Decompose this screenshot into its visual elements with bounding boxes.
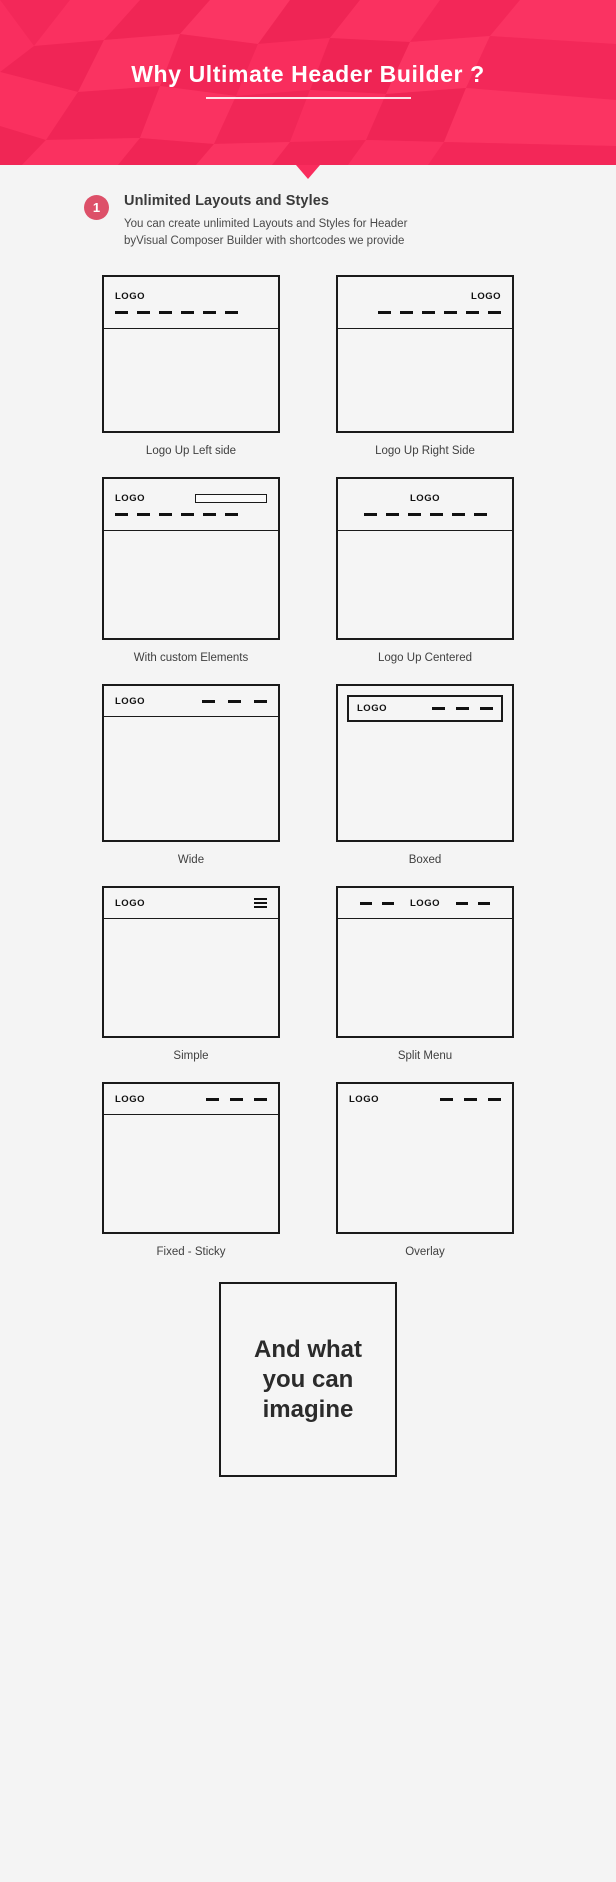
mockup-body-area: [347, 722, 503, 840]
mockup-header-area: LOGO: [104, 479, 278, 532]
mockup-row: LOGO With custom Elements LOGO Logo Up C…: [0, 477, 616, 664]
header-mockup-overlay[interactable]: LOGO: [336, 1082, 514, 1235]
mockup-header-area: LOGO: [338, 479, 512, 532]
custom-element-box[interactable]: [195, 494, 267, 504]
mockup-row: LOGO Wide LOGO Boxed: [0, 684, 616, 866]
header-mockup-fixed-sticky[interactable]: LOGO: [102, 1082, 280, 1235]
mockup-cell: LOGO Logo Up Right Side: [336, 275, 514, 457]
mockup-body-area: [104, 1115, 278, 1232]
logo-text: LOGO: [357, 703, 387, 715]
mockup-header-area: LOGO: [104, 686, 278, 718]
menu-dashes: [440, 1098, 501, 1102]
banner-notch-arrow: [296, 165, 320, 179]
logo-text: LOGO: [115, 897, 145, 909]
mockup-caption: Wide: [177, 854, 205, 867]
mockup-body-area: [104, 919, 278, 1036]
header-mockup-custom-elements[interactable]: LOGO: [102, 477, 280, 641]
header-mockup-simple[interactable]: LOGO: [102, 886, 280, 1039]
menu-dashes: [115, 310, 238, 314]
menu-dashes: [378, 310, 501, 314]
final-card-text: And what you can imagine: [254, 1335, 362, 1423]
mockup-cell: LOGO Fixed - Sticky: [102, 1082, 280, 1258]
mockup-header-area: LOGO: [347, 695, 503, 723]
mockup-cell: LOGO Overlay: [336, 1082, 514, 1258]
final-card-wrap: And what you can imagine: [0, 1282, 616, 1478]
mockup-caption: Fixed - Sticky: [156, 1246, 226, 1259]
mockup-header-area: LOGO: [338, 277, 512, 330]
title-underline: [205, 96, 411, 99]
mockup-caption: Overlay: [405, 1246, 445, 1259]
mockup-header-area: LOGO: [104, 1084, 278, 1116]
mockup-caption: With custom Elements: [133, 652, 249, 665]
header-mockup-split-menu[interactable]: LOGO: [336, 886, 514, 1039]
mockup-cell: LOGO With custom Elements: [102, 477, 280, 664]
mockup-cell: LOGO Logo Up Centered: [336, 477, 514, 664]
mockup-row: LOGO Simple LOGO Split Menu: [0, 886, 616, 1062]
mockup-header-area: LOGO: [104, 277, 278, 330]
logo-text: LOGO: [115, 695, 145, 707]
header-mockup-logo-up-right[interactable]: LOGO: [336, 275, 514, 434]
mockup-caption: Simple: [173, 1050, 209, 1063]
final-card: And what you can imagine: [219, 1282, 397, 1478]
mockup-caption: Split Menu: [397, 1050, 453, 1063]
menu-dashes: [206, 1097, 267, 1101]
header-mockup-wide[interactable]: LOGO: [102, 684, 280, 843]
mockup-body-area: [338, 1115, 512, 1232]
logo-text: LOGO: [471, 291, 501, 303]
header-mockup-boxed[interactable]: LOGO: [336, 684, 514, 843]
page-banner: Why Ultimate Header Builder ?: [0, 0, 616, 165]
mockup-body-area: [338, 919, 512, 1036]
mockup-cell: LOGO Boxed: [336, 684, 514, 866]
feature-title: Unlimited Layouts and Styles: [124, 193, 330, 209]
hamburger-menu-icon[interactable]: [254, 898, 267, 909]
logo-text: LOGO: [115, 1093, 145, 1105]
mockup-body-area: [104, 329, 278, 431]
mockup-caption: Logo Up Left side: [145, 445, 237, 458]
mockup-cell: LOGO Split Menu: [336, 886, 514, 1062]
mockup-body-area: [338, 531, 512, 638]
mockup-header-area: LOGO: [338, 888, 512, 920]
mockup-body-area: [104, 531, 278, 638]
mockup-caption: Logo Up Right Side: [375, 445, 475, 458]
mockup-caption: Boxed: [408, 854, 442, 867]
menu-dashes: [363, 512, 487, 516]
mockup-header-area: LOGO: [338, 1084, 512, 1115]
mockup-cell: LOGO Logo Up Left side: [102, 275, 280, 457]
mockup-caption: Logo Up Centered: [378, 652, 472, 665]
logo-text: LOGO: [115, 291, 145, 303]
menu-dashes: [202, 699, 267, 703]
logo-text: LOGO: [115, 493, 145, 505]
mockup-row: LOGO Logo Up Left side LOGO Logo Up Righ…: [0, 275, 616, 457]
mockup-row: LOGO Fixed - Sticky LOGO Overlay: [0, 1082, 616, 1258]
mockup-body-area: [338, 329, 512, 431]
mockup-header-area: LOGO: [104, 888, 278, 920]
logo-text: LOGO: [410, 897, 440, 909]
menu-dashes-right: [455, 901, 490, 905]
menu-dashes: [115, 512, 238, 516]
logo-text: LOGO: [410, 493, 440, 505]
menu-dashes-left: [360, 901, 394, 905]
mockup-cell: LOGO Wide: [102, 684, 280, 866]
header-mockup-logo-up-centered[interactable]: LOGO: [336, 477, 514, 641]
mockup-body-area: [104, 717, 278, 840]
mockup-grid: LOGO Logo Up Left side LOGO Logo Up Righ…: [0, 249, 616, 1258]
mockup-cell: LOGO Simple: [102, 886, 280, 1062]
header-mockup-logo-up-left[interactable]: LOGO: [102, 275, 280, 434]
menu-dashes: [432, 707, 493, 711]
feature-description: You can create unlimited Layouts and Sty…: [124, 218, 408, 247]
feature-number-badge: 1: [84, 195, 109, 220]
logo-text: LOGO: [349, 1094, 379, 1106]
page-title: Why Ultimate Header Builder ?: [131, 60, 485, 87]
